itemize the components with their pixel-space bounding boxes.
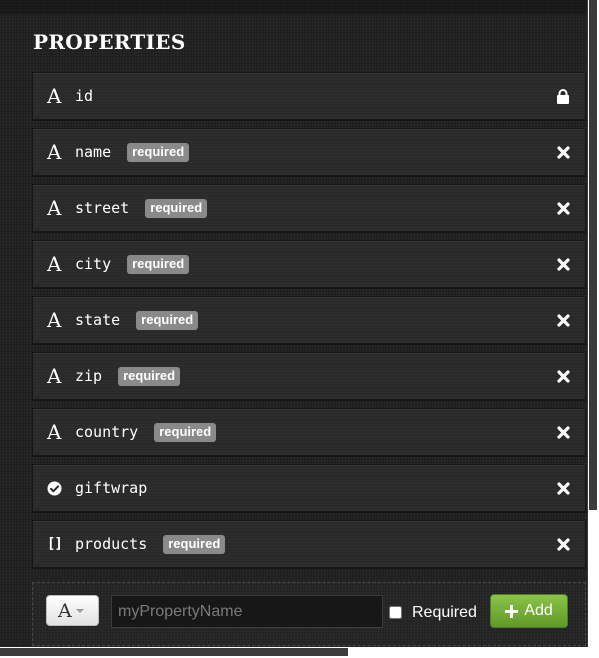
required-badge: required [127,254,190,274]
required-badge: required [163,534,226,554]
property-name: country [75,423,139,441]
horizontal-scrollbar[interactable] [0,647,588,658]
remove-icon[interactable] [555,312,571,328]
property-name: street [75,199,130,217]
required-badge: required [127,142,190,162]
vertical-scrollbar-thumb[interactable] [589,0,597,510]
required-badge: required [118,366,181,386]
remove-icon[interactable] [555,424,571,440]
property-row-state: Astate required [32,296,586,344]
string-type-icon: A [47,84,62,108]
property-name-input[interactable] [111,595,383,628]
string-type-icon: A [47,308,62,332]
property-row-country: Acountry required [32,408,586,456]
property-row-giftwrap: giftwrap [32,464,586,512]
string-type-icon: A [58,599,72,622]
boolean-type-icon [33,481,75,496]
property-row-products: [] products required [32,520,586,568]
caret-down-icon [75,608,84,613]
string-type-icon: A [47,140,62,164]
string-type-icon: A [47,364,62,388]
vertical-scrollbar[interactable] [588,0,599,658]
add-button-label: Add [524,602,553,619]
remove-icon[interactable] [555,256,571,272]
properties-panel: PROPERTIES Aid Aname required Astreet requir… [0,0,588,647]
property-row-street: Astreet required [32,184,586,232]
required-badge: required [145,198,208,218]
remove-icon[interactable] [555,536,571,552]
property-row-zip: Azip required [32,352,586,400]
required-checkbox-label[interactable]: Required [412,604,477,622]
lock-icon [555,88,571,104]
required-checkbox[interactable] [389,606,402,619]
property-type-select[interactable]: A [46,595,99,626]
property-name: products [75,535,148,553]
add-property-form: A Required Add [32,582,586,646]
string-type-icon: A [47,196,62,220]
property-list: Aid Aname required Astreet required Acity requ… [32,72,586,576]
section-title: PROPERTIES [33,30,186,54]
string-type-icon: A [47,420,62,444]
remove-icon[interactable] [555,200,571,216]
property-name: state [75,311,121,329]
remove-icon[interactable] [555,480,571,496]
property-row-id: Aid [32,72,586,120]
string-type-icon: A [47,252,62,276]
add-property-button[interactable]: Add [490,594,568,628]
property-name: zip [75,367,103,385]
horizontal-scrollbar-thumb[interactable] [0,648,348,656]
array-type-icon: [] [47,536,63,552]
plus-icon [505,604,519,618]
remove-icon[interactable] [555,144,571,160]
required-badge: required [154,422,217,442]
required-badge: required [136,310,199,330]
property-name: id [75,87,94,105]
remove-icon[interactable] [555,368,571,384]
property-row-name: Aname required [32,128,586,176]
property-name: name [75,143,112,161]
property-name: city [75,255,112,273]
property-row-city: Acity required [32,240,586,288]
property-name: giftwrap [75,479,148,497]
